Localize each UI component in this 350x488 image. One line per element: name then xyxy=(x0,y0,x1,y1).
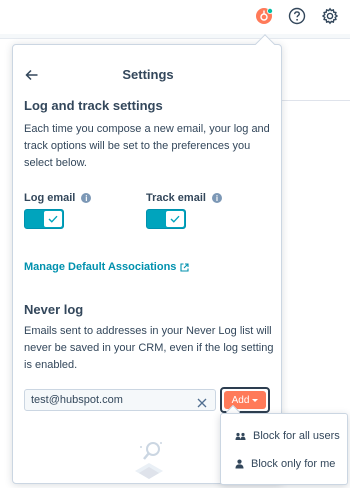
menu-item-block-all-users[interactable]: Block for all users xyxy=(235,430,340,442)
checkmark-icon xyxy=(44,211,62,227)
popover-title: Settings xyxy=(122,67,174,82)
log-track-heading: Log and track settings xyxy=(24,98,163,113)
log-track-description: Each time you compose a new email, your … xyxy=(24,123,270,169)
track-email-toggle[interactable] xyxy=(146,209,186,229)
manage-default-associations-link[interactable]: Manage Default Associations xyxy=(24,261,189,273)
magnifying-glass-illustration xyxy=(125,439,173,485)
associations-link-text: Manage Default Associations xyxy=(24,261,177,273)
settings-gear-icon[interactable] xyxy=(321,7,339,25)
menu-item-block-only-me[interactable]: Block only for me xyxy=(235,458,335,470)
hubspot-sprocket-icon[interactable] xyxy=(256,7,274,25)
info-icon[interactable]: i xyxy=(211,193,222,203)
log-email-toggle[interactable] xyxy=(24,209,64,229)
top-navigation-bar xyxy=(0,0,350,34)
track-email-text: Track email xyxy=(146,192,206,204)
divider xyxy=(280,100,350,101)
track-email-label: Track email i xyxy=(146,192,222,204)
log-email-label: Log email i xyxy=(24,192,92,204)
caret-down-icon xyxy=(252,398,259,402)
user-icon xyxy=(235,459,244,469)
clear-icon[interactable] xyxy=(197,395,207,408)
never-log-heading: Never log xyxy=(24,302,84,317)
menu-item-label: Block for all users xyxy=(253,430,340,442)
help-icon[interactable] xyxy=(288,7,306,25)
checkmark-icon xyxy=(166,211,184,227)
add-dropdown-menu: Block for all users Block only for me xyxy=(220,413,348,485)
log-email-text: Log email xyxy=(24,192,76,204)
add-button-label: Add xyxy=(231,394,250,406)
external-link-icon xyxy=(180,262,189,272)
never-log-email-input[interactable]: test@hubspot.com xyxy=(24,389,216,411)
info-icon[interactable]: i xyxy=(81,193,92,203)
menu-item-label: Block only for me xyxy=(251,458,336,470)
users-icon xyxy=(235,432,246,440)
never-log-description: Emails sent to addresses in your Never L… xyxy=(24,325,274,371)
